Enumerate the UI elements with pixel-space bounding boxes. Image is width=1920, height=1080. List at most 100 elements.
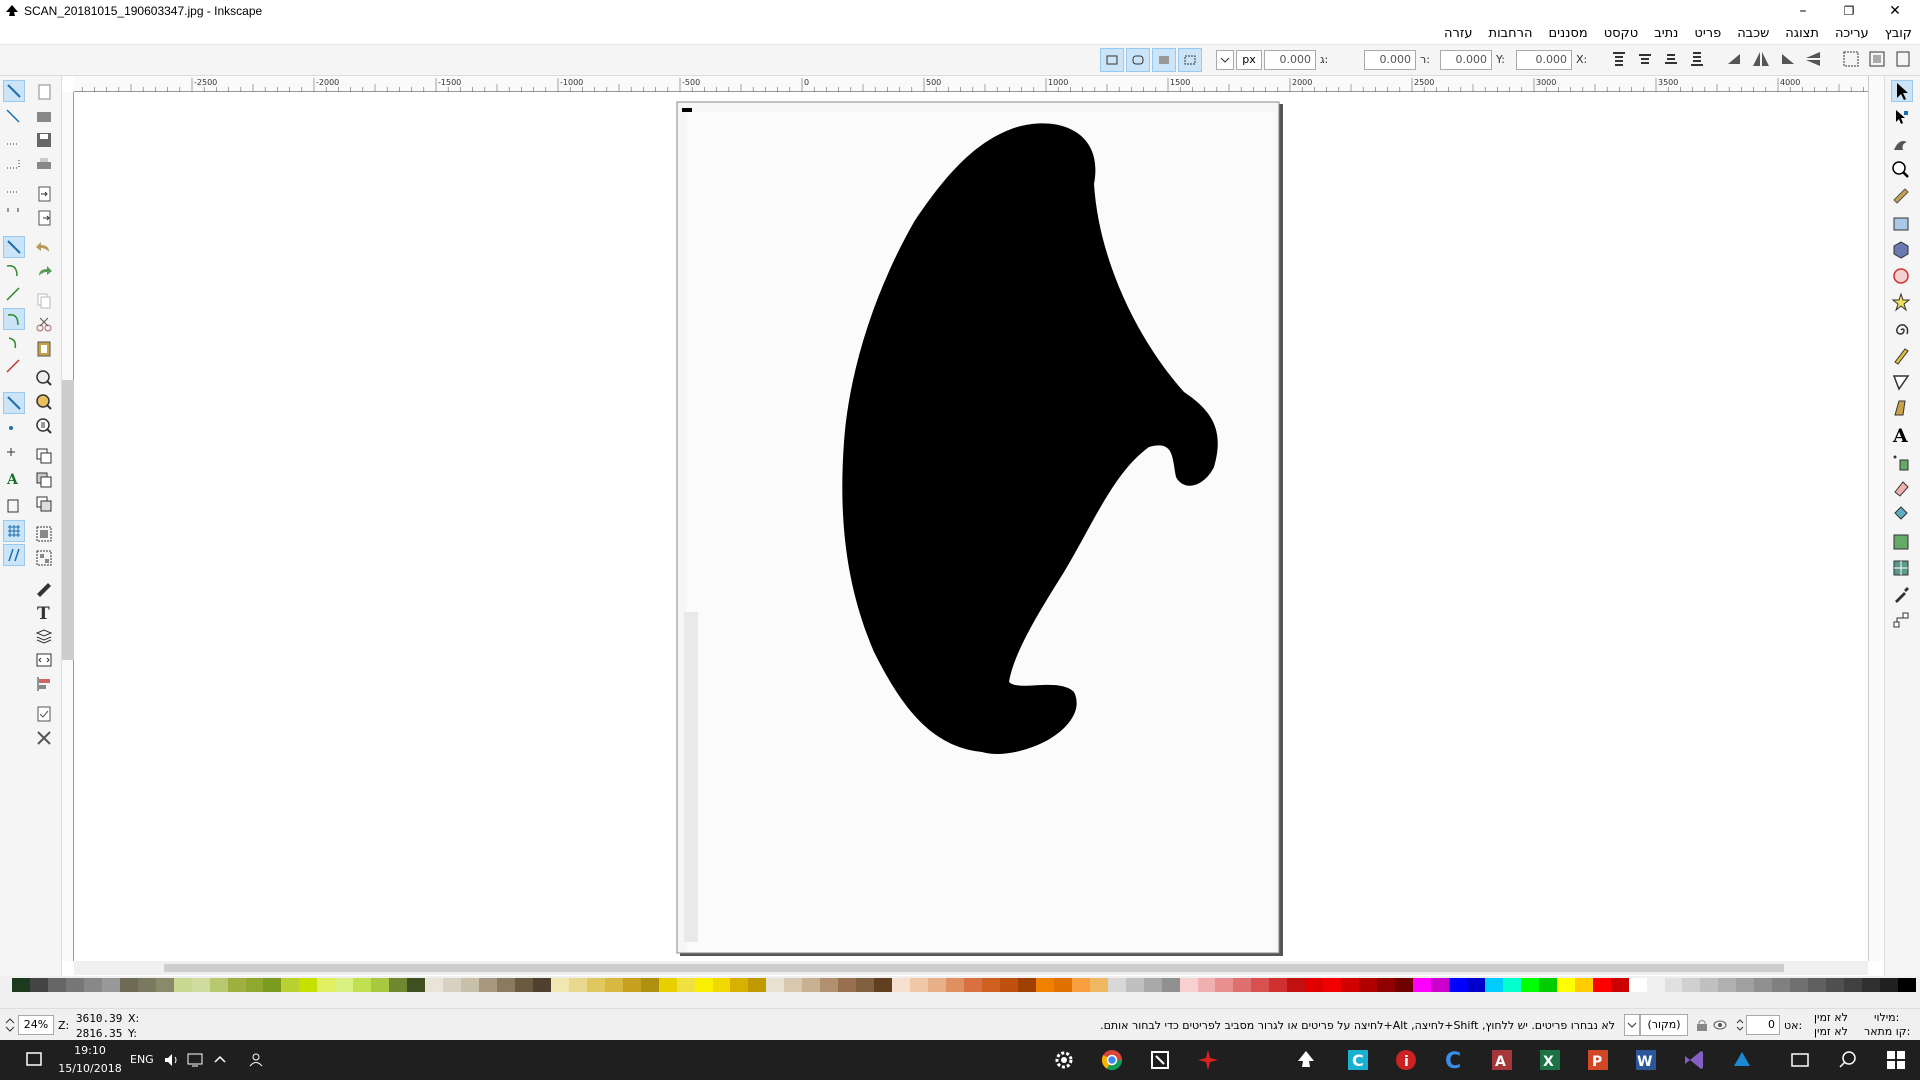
palette-swatch[interactable]: [1520, 978, 1540, 992]
zoom-tool[interactable]: [1891, 160, 1913, 182]
snap-line-midpoints-toggle[interactable]: [3, 356, 25, 378]
palette-swatch[interactable]: [1107, 978, 1127, 992]
volume-button[interactable]: [160, 1048, 184, 1072]
tweak-tool[interactable]: [1891, 134, 1913, 156]
palette-swatch[interactable]: [694, 978, 714, 992]
palette-swatch[interactable]: [730, 978, 749, 992]
measure-tool[interactable]: [1891, 186, 1913, 208]
vertical-scroll-thumb[interactable]: [62, 380, 74, 660]
palette-swatch[interactable]: [1305, 978, 1324, 992]
menu-file[interactable]: קובץ: [1877, 24, 1920, 44]
zoom-stepper[interactable]: [2, 1015, 18, 1035]
editor-taskbar-app[interactable]: [1148, 1048, 1172, 1072]
palette-swatch[interactable]: [1161, 978, 1181, 992]
palette-swatch[interactable]: [1341, 978, 1360, 992]
open-button[interactable]: [34, 106, 56, 128]
palette-swatch[interactable]: [443, 978, 462, 992]
palette-swatch[interactable]: [964, 978, 983, 992]
align-distribute-button[interactable]: [34, 674, 56, 696]
snap-bbox-corners-toggle[interactable]: [3, 154, 25, 176]
palette-swatch[interactable]: [1143, 978, 1163, 992]
palette-swatch[interactable]: [1790, 978, 1809, 992]
palette-swatch[interactable]: [1610, 978, 1630, 992]
clock-time[interactable]: 19:10: [60, 1044, 120, 1057]
palette-swatch[interactable]: [1287, 978, 1306, 992]
rotate-ccw-button[interactable]: [1724, 48, 1748, 72]
palette-swatch[interactable]: [227, 978, 246, 992]
menu-edit[interactable]: עריכה: [1827, 24, 1877, 44]
palette-swatch[interactable]: [1431, 978, 1450, 992]
palette-swatch[interactable]: [550, 978, 570, 992]
palette-swatch[interactable]: [1574, 978, 1594, 992]
palette-swatch[interactable]: [1035, 978, 1055, 992]
import-button[interactable]: [34, 184, 56, 206]
preferences-button[interactable]: [34, 728, 56, 750]
menu-help[interactable]: עזרה: [1436, 24, 1480, 44]
width-field[interactable]: 0.000: [1364, 50, 1416, 70]
snap-paths-toggle[interactable]: [3, 260, 25, 282]
palette-swatch[interactable]: [1071, 978, 1091, 992]
palette-swatch[interactable]: [1448, 978, 1468, 992]
palette-swatch[interactable]: [479, 978, 498, 992]
palette-swatch[interactable]: [999, 978, 1019, 992]
palette-swatch[interactable]: [1466, 978, 1486, 992]
transform-stroke-toggle[interactable]: [1100, 48, 1124, 72]
palette-swatch[interactable]: [946, 978, 965, 992]
cortana-app-taskbar-app[interactable]: C: [1442, 1048, 1466, 1074]
palette-swatch[interactable]: [1125, 978, 1145, 992]
red-app-taskbar-app[interactable]: [1196, 1048, 1220, 1072]
menu-path[interactable]: נתיב: [1646, 24, 1686, 44]
flip-horizontal-button[interactable]: [1750, 48, 1774, 72]
palette-swatch[interactable]: [640, 978, 660, 992]
mesh-tool[interactable]: [1891, 558, 1913, 580]
horizontal-scroll-thumb[interactable]: [164, 964, 1784, 972]
powerpoint-taskbar-app[interactable]: P: [1586, 1048, 1610, 1072]
start-button[interactable]: [1884, 1048, 1908, 1072]
snap-cusp-nodes-toggle[interactable]: [3, 308, 25, 330]
palette-swatch[interactable]: [173, 978, 193, 992]
palette-swatch[interactable]: [65, 978, 85, 992]
task-view-button[interactable]: [1788, 1048, 1812, 1072]
restore-button[interactable]: ❐: [1826, 0, 1872, 24]
zoom-page-button[interactable]: [34, 416, 56, 438]
palette-swatch[interactable]: [407, 978, 426, 992]
deselect-button[interactable]: [1892, 48, 1916, 72]
snap-rotation-center-toggle[interactable]: [3, 440, 25, 462]
snap-smooth-nodes-toggle[interactable]: [3, 332, 25, 354]
minimize-button[interactable]: –: [1780, 0, 1826, 24]
height-field[interactable]: 0.000: [1264, 50, 1316, 70]
action-center-button[interactable]: [22, 1048, 46, 1072]
snap-page-border-toggle[interactable]: [3, 496, 25, 518]
snap-bbox-toggle[interactable]: [3, 106, 25, 128]
redo-button[interactable]: [34, 262, 56, 284]
paste-button[interactable]: [34, 338, 56, 360]
palette-swatch[interactable]: [191, 978, 211, 992]
paint-bucket-tool[interactable]: [1891, 504, 1913, 526]
palette-swatch[interactable]: [12, 978, 31, 992]
snap-bbox-centers-toggle[interactable]: [3, 200, 25, 222]
palette-swatch[interactable]: [1215, 978, 1234, 992]
palette-swatch[interactable]: [604, 978, 624, 992]
palette-swatch[interactable]: [766, 978, 785, 992]
palette-swatch[interactable]: [1197, 978, 1216, 992]
fill-stroke-button[interactable]: [34, 578, 56, 600]
unlink-clone-button[interactable]: [34, 494, 56, 516]
palette-swatch[interactable]: [748, 978, 767, 992]
palette-swatch[interactable]: [155, 978, 175, 992]
close-button[interactable]: ✕: [1872, 0, 1918, 24]
palette-swatch[interactable]: [1646, 978, 1666, 992]
palette-swatch[interactable]: [910, 978, 929, 992]
palette-swatch[interactable]: [1053, 978, 1073, 992]
palette-swatch[interactable]: [1395, 978, 1414, 992]
palette-swatch[interactable]: [29, 978, 49, 992]
palette-swatch[interactable]: [317, 978, 336, 992]
palette-swatch[interactable]: [1359, 978, 1378, 992]
palette-swatch[interactable]: [1736, 978, 1755, 992]
x-field[interactable]: 0.000: [1516, 50, 1572, 70]
opacity-field[interactable]: 0: [1746, 1015, 1780, 1035]
pen-tool[interactable]: [1891, 372, 1913, 394]
menu-object[interactable]: פריט: [1686, 24, 1729, 44]
pencil-tool[interactable]: [1891, 346, 1913, 368]
drawing-canvas[interactable]: [74, 92, 1868, 961]
snap-enable-toggle[interactable]: [3, 80, 25, 102]
